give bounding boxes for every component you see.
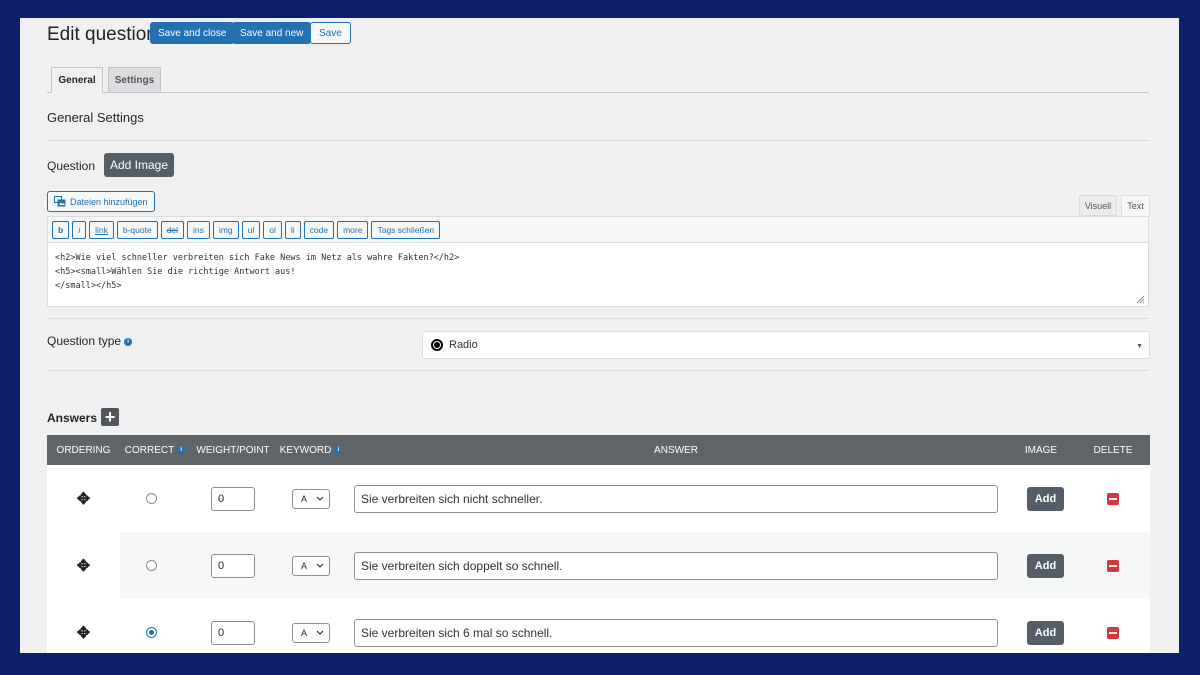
chevron-down-icon (316, 630, 324, 635)
add-media-label: Dateien hinzufügen (70, 196, 148, 207)
keyword-value: A (301, 493, 308, 504)
answer-row: ✥ 0 A Sie verbreiten sich doppelt so sch… (47, 532, 1150, 599)
radio-type-icon (431, 339, 443, 351)
divider (47, 318, 1149, 319)
info-icon: i (124, 337, 133, 346)
qt-italic-button[interactable]: i (72, 220, 87, 239)
quicktags-toolbar: b i link b-quote del ins img ul ol li co… (47, 216, 1149, 242)
editor-line: <h5><small>Wählen Sie die richtige Antwo… (55, 267, 296, 277)
qt-ins-button[interactable]: ins (187, 220, 210, 239)
qt-ul-button[interactable]: ul (241, 220, 261, 239)
question-text-editor[interactable]: <h2>Wie viel schneller verbreiten sich F… (47, 242, 1149, 307)
keyword-value: A (301, 560, 308, 571)
question-type-text: Question type (47, 334, 122, 348)
qt-img-button[interactable]: img (212, 220, 239, 239)
qt-link-button[interactable]: link (89, 220, 114, 239)
qt-del-button[interactable]: del (160, 220, 185, 239)
keyword-select[interactable]: A (292, 555, 330, 576)
edit-question-page: Edit question Save and close Save and ne… (20, 18, 1179, 653)
col-correct-label: CORRECT (124, 444, 175, 456)
col-delete: DELETE (1093, 444, 1133, 456)
tab-general[interactable]: General (51, 67, 103, 93)
correct-radio-checked[interactable] (146, 627, 157, 638)
weight-input[interactable]: 0 (211, 553, 255, 578)
answer-input[interactable]: Sie verbreiten sich 6 mal so schnell. (354, 618, 998, 647)
col-correct: CORRECT i (120, 435, 190, 465)
col-image: IMAGE (1024, 444, 1058, 456)
general-settings-heading: General Settings (47, 110, 144, 125)
editor-line: <h2>Wie viel schneller verbreiten sich F… (55, 253, 460, 263)
correct-radio[interactable] (146, 493, 157, 504)
weight-input[interactable]: 0 (211, 620, 255, 645)
editor-line: </small></h5> (55, 281, 122, 291)
add-media-button[interactable]: Dateien hinzufügen (47, 191, 155, 212)
delete-answer-icon[interactable] (1107, 492, 1119, 505)
add-answer-image-button[interactable]: Add (1027, 486, 1064, 511)
save-and-close-button[interactable]: Save and close (150, 22, 235, 44)
save-and-new-button[interactable]: Save and new (232, 22, 312, 44)
col-ordering: ORDERING (56, 444, 111, 456)
resize-handle-icon[interactable] (1136, 295, 1145, 304)
drag-handle-icon[interactable]: ✥ (77, 623, 90, 643)
page-title: Edit question (47, 24, 157, 45)
info-icon: i (334, 446, 343, 454)
answer-row: ✥ 0 A Sie verbreiten sich nicht schnelle… (47, 465, 1150, 532)
add-answer-image-button[interactable]: Add (1027, 553, 1064, 578)
keyword-value: A (301, 627, 308, 638)
editor-tab-text[interactable]: Text (1121, 195, 1150, 216)
col-weight: WEIGHT/POINT (196, 444, 270, 456)
question-type-label: Question type i (47, 334, 133, 348)
qt-close-tags-button[interactable]: Tags schließen (371, 220, 441, 239)
chevron-down-icon (316, 563, 324, 568)
drag-handle-icon[interactable]: ✥ (77, 489, 90, 509)
divider (47, 140, 1149, 141)
col-answer: ANSWER (654, 444, 698, 456)
correct-radio[interactable] (146, 560, 157, 571)
tabs-divider (47, 92, 1149, 93)
answers-heading: Answers (47, 411, 98, 425)
question-type-value: Radio (449, 339, 478, 351)
media-icon (54, 196, 66, 207)
question-type-select[interactable]: Radio ▼ (422, 331, 1150, 359)
add-image-button[interactable]: Add Image (104, 153, 174, 177)
weight-input[interactable]: 0 (211, 486, 255, 511)
delete-answer-icon[interactable] (1107, 559, 1119, 572)
qt-more-button[interactable]: more (337, 220, 369, 239)
drag-handle-icon[interactable]: ✥ (77, 556, 90, 576)
chevron-down-icon (316, 496, 324, 501)
answer-input[interactable]: Sie verbreiten sich doppelt so schnell. (354, 551, 998, 580)
keyword-select[interactable]: A (292, 622, 330, 643)
editor-tab-visual[interactable]: Visuell (1079, 195, 1117, 216)
question-label: Question (47, 159, 96, 173)
qt-code-button[interactable]: code (303, 220, 335, 239)
qt-li-button[interactable]: li (284, 220, 301, 239)
keyword-select[interactable]: A (292, 488, 330, 509)
info-icon: i (177, 446, 186, 454)
col-keyword: KEYWORD i (276, 435, 346, 465)
divider (47, 370, 1149, 371)
add-answer-plus-icon[interactable]: + (101, 408, 119, 426)
answer-row: ✥ 0 A Sie verbreiten sich 6 mal so schne… (47, 599, 1150, 653)
qt-ol-button[interactable]: ol (263, 220, 282, 239)
chevron-down-icon: ▼ (1136, 343, 1143, 350)
add-answer-image-button[interactable]: Add (1027, 620, 1064, 645)
tab-settings[interactable]: Settings (108, 67, 161, 93)
answer-input[interactable]: Sie verbreiten sich nicht schneller. (354, 484, 998, 513)
save-button[interactable]: Save (310, 22, 351, 44)
col-keyword-label: KEYWORD (279, 444, 332, 456)
qt-bold-button[interactable]: b (52, 220, 70, 239)
delete-answer-icon[interactable] (1107, 626, 1119, 639)
qt-blockquote-button[interactable]: b-quote (116, 220, 158, 239)
answers-table-header: ORDERING CORRECT i WEIGHT/POINT KEYWORD i … (47, 435, 1150, 465)
